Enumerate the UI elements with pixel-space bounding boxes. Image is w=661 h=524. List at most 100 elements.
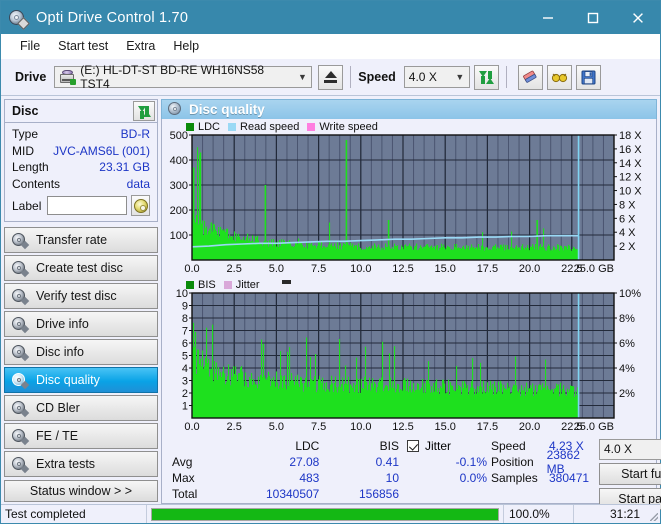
jitter-marker-icon: [281, 279, 291, 284]
svg-text:17.5: 17.5: [477, 263, 498, 275]
disc-label-input[interactable]: [47, 196, 128, 215]
disc-contents-label: Contents: [12, 176, 61, 191]
svg-text:1: 1: [182, 400, 188, 412]
disc-label-button[interactable]: [131, 195, 150, 216]
jitter-avg-row: -0.1%: [399, 454, 491, 470]
speed-select[interactable]: 4.0 X ▼: [403, 66, 470, 88]
refresh-icon: [478, 70, 494, 85]
minimize-button[interactable]: [525, 1, 570, 34]
disc-mid-label: MID: [12, 143, 34, 158]
svg-text:7.5: 7.5: [311, 263, 326, 275]
toolbar: Drive (E:) HL-DT-ST BD-RE WH16NS58 TST4 …: [1, 59, 660, 96]
disc-refresh-button[interactable]: [133, 101, 155, 121]
menu-help[interactable]: Help: [164, 36, 208, 56]
eject-icon: [324, 71, 338, 83]
svg-text:12.5: 12.5: [392, 421, 413, 433]
run-position-label: Position: [491, 454, 534, 469]
erase-button[interactable]: [517, 64, 543, 90]
disc-icon: [133, 198, 148, 213]
svg-text:17.5: 17.5: [477, 421, 498, 433]
stats-header-bis: BIS: [379, 438, 400, 453]
svg-text:2.5: 2.5: [227, 263, 242, 275]
svg-text:8: 8: [182, 313, 188, 325]
stats-total-bis: 156856: [358, 486, 400, 501]
disc-length-label: Length: [12, 160, 49, 174]
progress-percent: 100.0%: [504, 505, 574, 523]
svg-text:7: 7: [182, 325, 188, 337]
disc-icon: [12, 400, 30, 417]
sidebar-item-extra-tests[interactable]: Extra tests: [4, 451, 158, 477]
start-full-button[interactable]: Start full: [599, 462, 661, 485]
jitter-checkbox-row[interactable]: Jitter: [399, 438, 491, 454]
sidebar-item-disc-quality[interactable]: Disc quality: [4, 367, 158, 393]
elapsed-time: 31:21: [609, 507, 640, 521]
svg-text:0.0: 0.0: [184, 263, 199, 275]
table-row: Max 483 10: [172, 470, 399, 486]
status-window-button[interactable]: Status window > >: [4, 480, 158, 502]
sidebar-item-label: Transfer rate: [36, 233, 108, 247]
table-row: Avg 27.08 0.41: [172, 454, 399, 470]
table-row: Total 10340507 156856: [172, 486, 399, 502]
run-controls: 4.0 X ▼ Start full Start part: [599, 438, 661, 510]
title-bar: Opti Drive Control 1.70: [1, 1, 660, 34]
speed-select-value: 4.0 X: [408, 70, 437, 84]
progress-bar: [147, 505, 504, 523]
sidebar-item-transfer-rate[interactable]: Transfer rate: [4, 227, 158, 253]
test-speed-select[interactable]: 4.0 X ▼: [599, 438, 661, 460]
menu-start-test[interactable]: Start test: [49, 36, 117, 56]
svg-text:10%: 10%: [619, 288, 641, 300]
sidebar-item-disc-info[interactable]: Disc info: [4, 339, 158, 365]
svg-text:2: 2: [182, 388, 188, 400]
legend-swatch-write-speed: [307, 122, 316, 131]
save-button[interactable]: [575, 64, 601, 90]
jitter-avg-value: -0.1%: [455, 454, 487, 469]
sidebar-item-verify-test-disc[interactable]: Verify test disc: [4, 283, 158, 309]
app-icon: [8, 8, 30, 30]
disc-panel-title: Disc: [12, 104, 39, 118]
charts-container: LDC Read speed Write speed 0.0 2.5 5.0 7.5 1…: [161, 118, 661, 510]
drive-select[interactable]: (E:) HL-DT-ST BD-RE WH16NS58 TST4 ▼: [54, 63, 313, 91]
svg-text:15.0: 15.0: [434, 263, 455, 275]
svg-text:6 X: 6 X: [619, 213, 636, 225]
menu-file[interactable]: File: [11, 36, 49, 56]
svg-text:8 X: 8 X: [619, 199, 636, 211]
jitter-checkbox[interactable]: [407, 439, 419, 452]
stats-total-ldc: 10340507: [265, 486, 320, 501]
sidebar-item-label: Verify test disc: [36, 289, 117, 303]
svg-text:25.0 GB: 25.0 GB: [574, 263, 614, 275]
stats-row-label-max: Max: [172, 470, 195, 485]
inspect-button[interactable]: [546, 64, 572, 90]
svg-text:2 X: 2 X: [619, 241, 636, 253]
sidebar-item-create-test-disc[interactable]: Create test disc: [4, 255, 158, 281]
close-button[interactable]: [615, 1, 660, 34]
jitter-column: Jitter -0.1% 0.0%: [399, 438, 491, 510]
glasses-icon: [551, 73, 567, 82]
disc-row-length: Length 23.31 GB: [12, 159, 150, 176]
eject-button[interactable]: [318, 64, 344, 90]
maximize-button[interactable]: [570, 1, 615, 34]
sidebar-item-cd-bler[interactable]: CD Bler: [4, 395, 158, 421]
disc-icon: [12, 316, 30, 333]
content-area: Disc Type BD-R MID JVC-AMS6L (001) Lengt…: [1, 96, 661, 510]
disc-icon: [12, 344, 30, 361]
sidebar-item-label: CD Bler: [36, 401, 80, 415]
disc-type-value: BD-R: [120, 127, 150, 141]
sidebar-item-fe-te[interactable]: FE / TE: [4, 423, 158, 449]
stats-row-label-avg: Avg: [172, 454, 193, 469]
refresh-button[interactable]: [473, 64, 499, 90]
svg-text:16 X: 16 X: [619, 143, 642, 155]
run-position-row: Position 23862 MB: [491, 448, 599, 476]
disc-icon: [12, 456, 30, 473]
legend-label-write-speed: Write speed: [319, 120, 378, 133]
test-nav: Transfer rate Create test disc Verify te…: [4, 227, 158, 477]
toolbar-divider-2: [505, 66, 507, 88]
svg-text:3: 3: [182, 375, 188, 387]
bottom-chart-svg: 0.0 2.5 5.0 7.5 10.0 12.5 15.0 17.5 20.0 22.525.0…: [176, 288, 641, 433]
menu-extra[interactable]: Extra: [117, 36, 164, 56]
sidebar-item-drive-info[interactable]: Drive info: [4, 311, 158, 337]
svg-text:15.0: 15.0: [434, 421, 455, 433]
chevron-down-icon: ▼: [455, 72, 465, 82]
disc-info-panel: Disc Type BD-R MID JVC-AMS6L (001) Lengt…: [4, 99, 158, 222]
svg-text:7.5: 7.5: [311, 421, 326, 433]
resize-grip[interactable]: [646, 505, 660, 523]
